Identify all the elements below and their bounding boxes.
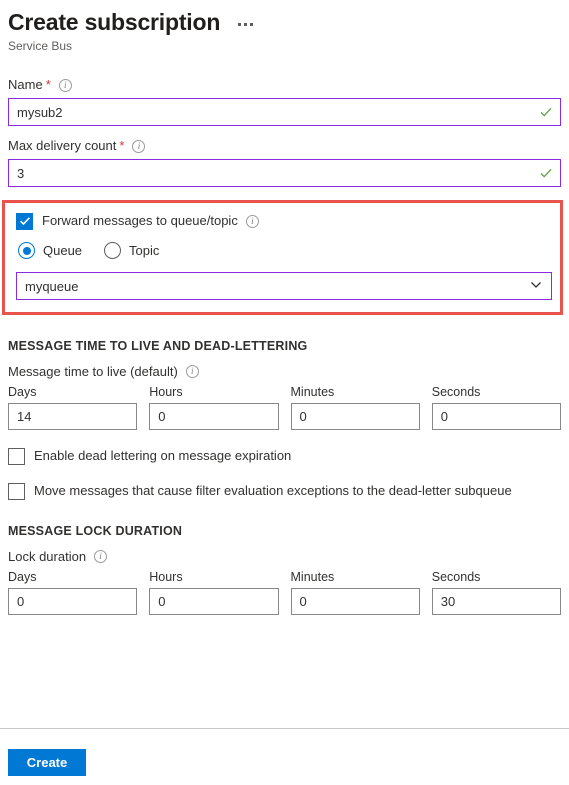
ttl-seconds-input[interactable]: [431, 403, 561, 430]
queue-radio-icon[interactable]: [18, 242, 35, 259]
ellipsis-dot: [238, 22, 242, 26]
lock-info-icon[interactable]: i: [94, 550, 108, 563]
name-label: Name: [8, 77, 43, 92]
forward-messages-info-icon[interactable]: i: [245, 214, 259, 228]
title-row: Create subscription: [8, 8, 569, 36]
max-delivery-count-info-icon[interactable]: i: [132, 139, 146, 153]
max-delivery-count-label: Max delivery count: [8, 138, 117, 153]
ttl-days-input[interactable]: [8, 403, 138, 430]
lock-days-label: Days: [8, 570, 37, 584]
name-field-group: Name * i: [8, 76, 561, 126]
create-subscription-blade: Create subscription Service Bus Name * i: [0, 0, 569, 785]
radio-option-topic[interactable]: Topic: [104, 242, 159, 259]
name-required-marker: *: [45, 77, 51, 92]
max-delivery-count-label-row: Max delivery count * i: [8, 137, 561, 155]
move-filter-exceptions-label: Move messages that cause filter evaluati…: [34, 483, 512, 498]
ttl-minutes-label: Minutes: [290, 385, 335, 399]
ttl-days-label: Days: [8, 385, 37, 399]
lock-seconds-label: Seconds: [431, 570, 481, 584]
ttl-seconds-col: Seconds: [431, 384, 561, 430]
name-input-wrap: [8, 98, 561, 126]
forward-target-selected-value: myqueue: [25, 278, 79, 294]
max-delivery-count-input-wrap: [8, 159, 561, 187]
lock-hours-input[interactable]: [149, 588, 279, 615]
ttl-minutes-input[interactable]: [290, 403, 420, 430]
footer-divider: [0, 728, 569, 729]
name-input[interactable]: [8, 98, 561, 126]
lock-hours-col: Hours: [149, 569, 279, 615]
lock-sub-label-row: Lock duration i: [8, 549, 561, 564]
blade-subtitle: Service Bus: [8, 39, 73, 53]
enable-dead-lettering-label: Enable dead lettering on message expirat…: [34, 448, 292, 463]
more-options-icon[interactable]: [234, 21, 257, 28]
move-filter-exceptions-checkbox[interactable]: [8, 482, 25, 500]
ellipsis-dot: [244, 22, 248, 26]
lock-minutes-col: Minutes: [290, 569, 420, 615]
dead-letter-options: Enable dead lettering on message expirat…: [8, 447, 561, 500]
queue-radio-label: Queue: [43, 243, 83, 258]
topic-radio-icon[interactable]: [104, 242, 122, 259]
blade-header: Create subscription Service Bus: [0, 0, 569, 54]
forward-messages-label: Forward messages to queue/topic: [42, 213, 238, 228]
enable-dead-lettering-row[interactable]: Enable dead lettering on message expirat…: [8, 447, 561, 465]
create-button[interactable]: Create: [8, 749, 86, 776]
lock-minutes-label: Minutes: [290, 570, 335, 584]
forward-messages-highlight-box: Forward messages to queue/topic i Queue …: [2, 200, 563, 315]
move-filter-exceptions-row[interactable]: Move messages that cause filter evaluati…: [8, 482, 561, 500]
ttl-info-icon[interactable]: i: [185, 365, 199, 378]
forward-target-select[interactable]: myqueue: [16, 272, 552, 300]
lock-hours-label: Hours: [149, 570, 183, 584]
lock-days-input[interactable]: [8, 588, 138, 615]
lock-seconds-col: Seconds: [431, 569, 561, 615]
radio-option-queue[interactable]: Queue: [18, 242, 82, 259]
forward-messages-checkbox-row[interactable]: Forward messages to queue/topic i: [16, 212, 552, 230]
ttl-hours-col: Hours: [149, 384, 279, 430]
ttl-hours-input[interactable]: [149, 403, 279, 430]
name-info-icon[interactable]: i: [58, 78, 72, 92]
max-delivery-count-input[interactable]: [8, 159, 561, 187]
ttl-duration-grid: Days Hours Minutes Seconds: [8, 384, 561, 430]
forward-target-select-wrap: myqueue: [16, 272, 552, 300]
topic-radio-label: Topic: [129, 243, 160, 258]
max-delivery-count-required-marker: *: [119, 138, 125, 153]
lock-seconds-input[interactable]: [431, 588, 561, 615]
lock-section-heading: MESSAGE LOCK DURATION: [8, 524, 183, 538]
forward-target-radio-group: Queue Topic: [18, 242, 552, 259]
name-label-row: Name * i: [8, 76, 561, 94]
ttl-section-heading: MESSAGE TIME TO LIVE AND DEAD-LETTERING: [8, 339, 308, 353]
forward-messages-checkbox[interactable]: [16, 212, 33, 230]
ttl-hours-label: Hours: [149, 385, 183, 399]
ellipsis-dot: [250, 22, 254, 26]
enable-dead-lettering-checkbox[interactable]: [8, 447, 25, 465]
ttl-days-col: Days: [8, 384, 138, 430]
lock-minutes-input[interactable]: [290, 588, 420, 615]
max-delivery-count-field-group: Max delivery count * i: [8, 137, 561, 187]
ttl-minutes-col: Minutes: [290, 384, 420, 430]
ttl-sub-label-row: Message time to live (default) i: [8, 364, 561, 379]
ttl-seconds-label: Seconds: [431, 385, 481, 399]
lock-sub-label: Lock duration: [8, 549, 87, 564]
ttl-sub-label: Message time to live (default): [8, 364, 178, 379]
lock-days-col: Days: [8, 569, 138, 615]
subscription-form: Name * i Max delivery count * i: [0, 76, 569, 615]
page-title: Create subscription: [8, 9, 221, 35]
lock-duration-grid: Days Hours Minutes Seconds: [8, 569, 561, 615]
